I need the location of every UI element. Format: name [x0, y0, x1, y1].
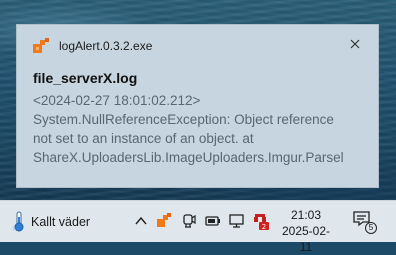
close-button[interactable] [346, 35, 364, 53]
clock[interactable]: 21:03 2025-02-11 [276, 207, 336, 255]
toast-body-line: System.NullReferenceException: Object re… [33, 112, 334, 127]
webcam-icon[interactable] [181, 213, 197, 229]
toast-body-line: not set to an instance of an object. at [33, 131, 254, 146]
toast-body: <2024-02-27 18:01:02.212> System.NullRef… [33, 91, 373, 167]
toast-app-name: logAlert.0.3.2.exe [59, 39, 153, 53]
notification-count-badge: 5 [365, 222, 377, 234]
sharex-icon [33, 38, 51, 54]
clock-date: 2025-02-11 [281, 224, 331, 254]
chevron-up-icon[interactable] [133, 213, 149, 229]
weather-label: Kallt väder [31, 215, 91, 229]
taskbar: Kallt väder 2 21:03 2025-02-11 5 [0, 200, 396, 254]
toast-header: logAlert.0.3.2.exe [33, 38, 363, 54]
toast-body-line: <2024-02-27 18:01:02.212> [33, 93, 201, 108]
battery-icon[interactable] [205, 213, 221, 229]
toast-body-line: ShareX.UploadersLib.ImageUploaders.Imgur… [33, 150, 344, 165]
toast-title: file_serverX.log [33, 70, 138, 86]
close-icon [350, 39, 360, 49]
app-badge-count: 2 [262, 223, 266, 231]
thermometer-icon [12, 211, 26, 233]
clock-time: 21:03 [290, 208, 322, 222]
notification-center-button[interactable]: 5 [353, 211, 379, 237]
sharex-tray-icon[interactable] [156, 213, 172, 229]
network-icon[interactable] [229, 213, 245, 229]
toast-notification[interactable]: logAlert.0.3.2.exe file_serverX.log <202… [16, 24, 379, 188]
app-badge-icon[interactable]: 2 [253, 213, 269, 231]
